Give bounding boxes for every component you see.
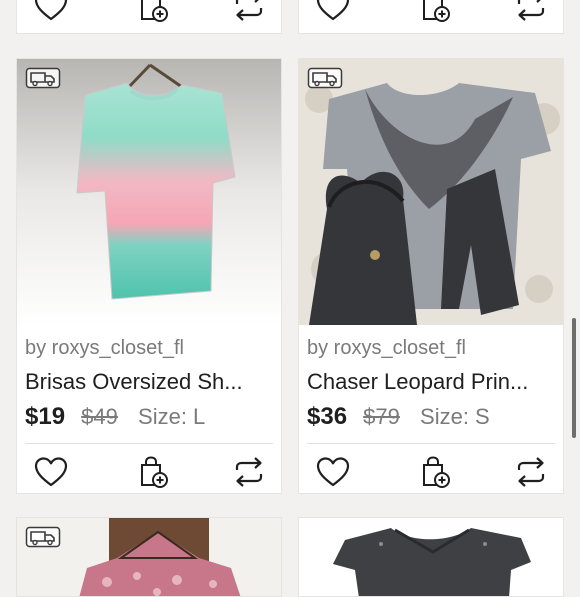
truck-icon [25, 67, 61, 89]
price-row: $19 $49 Size: L [25, 403, 205, 431]
listing-price: $19 [25, 403, 66, 430]
listing-photo[interactable] [299, 59, 563, 325]
gray-leopard-shirt-image [299, 59, 563, 325]
listing-size: Size: S [420, 404, 490, 429]
listing-actions [17, 447, 281, 494]
heart-icon[interactable] [315, 0, 351, 23]
listing-actions [299, 447, 563, 494]
repost-icon[interactable] [231, 0, 267, 23]
listing-card-partial-top-left[interactable] [16, 0, 282, 34]
listing-actions [299, 0, 563, 19]
listing-title[interactable]: Brisas Oversized Sh... [25, 369, 275, 395]
listing-size: Size: L [138, 404, 206, 429]
shopping-bag-plus-icon[interactable] [417, 455, 453, 489]
shopping-bag-plus-icon[interactable] [417, 0, 453, 23]
listing-actions [17, 0, 281, 19]
listing-details: by roxys_closet_fl Chaser Leopard Prin..… [299, 325, 563, 494]
seller-name[interactable]: by roxys_closet_fl [25, 337, 184, 360]
listing-card-partial-bottom-left[interactable] [16, 517, 282, 597]
listing-photo[interactable] [299, 518, 563, 596]
truck-icon [25, 526, 61, 548]
tie-dye-top-image [17, 59, 281, 325]
truck-icon [307, 67, 343, 89]
listing-card[interactable]: by roxys_closet_fl Chaser Leopard Prin..… [298, 58, 564, 494]
original-price: $49 [81, 404, 118, 429]
dark-top-image [299, 518, 563, 596]
divider [307, 443, 555, 444]
divider [25, 443, 273, 444]
listing-card-partial-top-right[interactable] [298, 0, 564, 34]
listing-details: by roxys_closet_fl Brisas Oversized Sh..… [17, 325, 281, 494]
original-price: $79 [363, 404, 400, 429]
listing-card[interactable]: by roxys_closet_fl Brisas Oversized Sh..… [16, 58, 282, 494]
listing-photo[interactable] [17, 59, 281, 325]
listing-photo[interactable] [17, 518, 281, 596]
repost-icon[interactable] [513, 0, 549, 23]
listing-title[interactable]: Chaser Leopard Prin... [307, 369, 557, 395]
repost-icon[interactable] [231, 455, 267, 489]
scrollbar[interactable] [572, 318, 576, 438]
heart-icon[interactable] [33, 455, 69, 489]
seller-name[interactable]: by roxys_closet_fl [307, 337, 466, 360]
heart-icon[interactable] [315, 455, 351, 489]
price-row: $36 $79 Size: S [307, 403, 490, 431]
heart-icon[interactable] [33, 0, 69, 23]
listing-card-partial-bottom-right[interactable] [298, 517, 564, 597]
repost-icon[interactable] [513, 455, 549, 489]
shopping-bag-plus-icon[interactable] [135, 0, 171, 23]
shopping-bag-plus-icon[interactable] [135, 455, 171, 489]
listing-price: $36 [307, 403, 348, 430]
